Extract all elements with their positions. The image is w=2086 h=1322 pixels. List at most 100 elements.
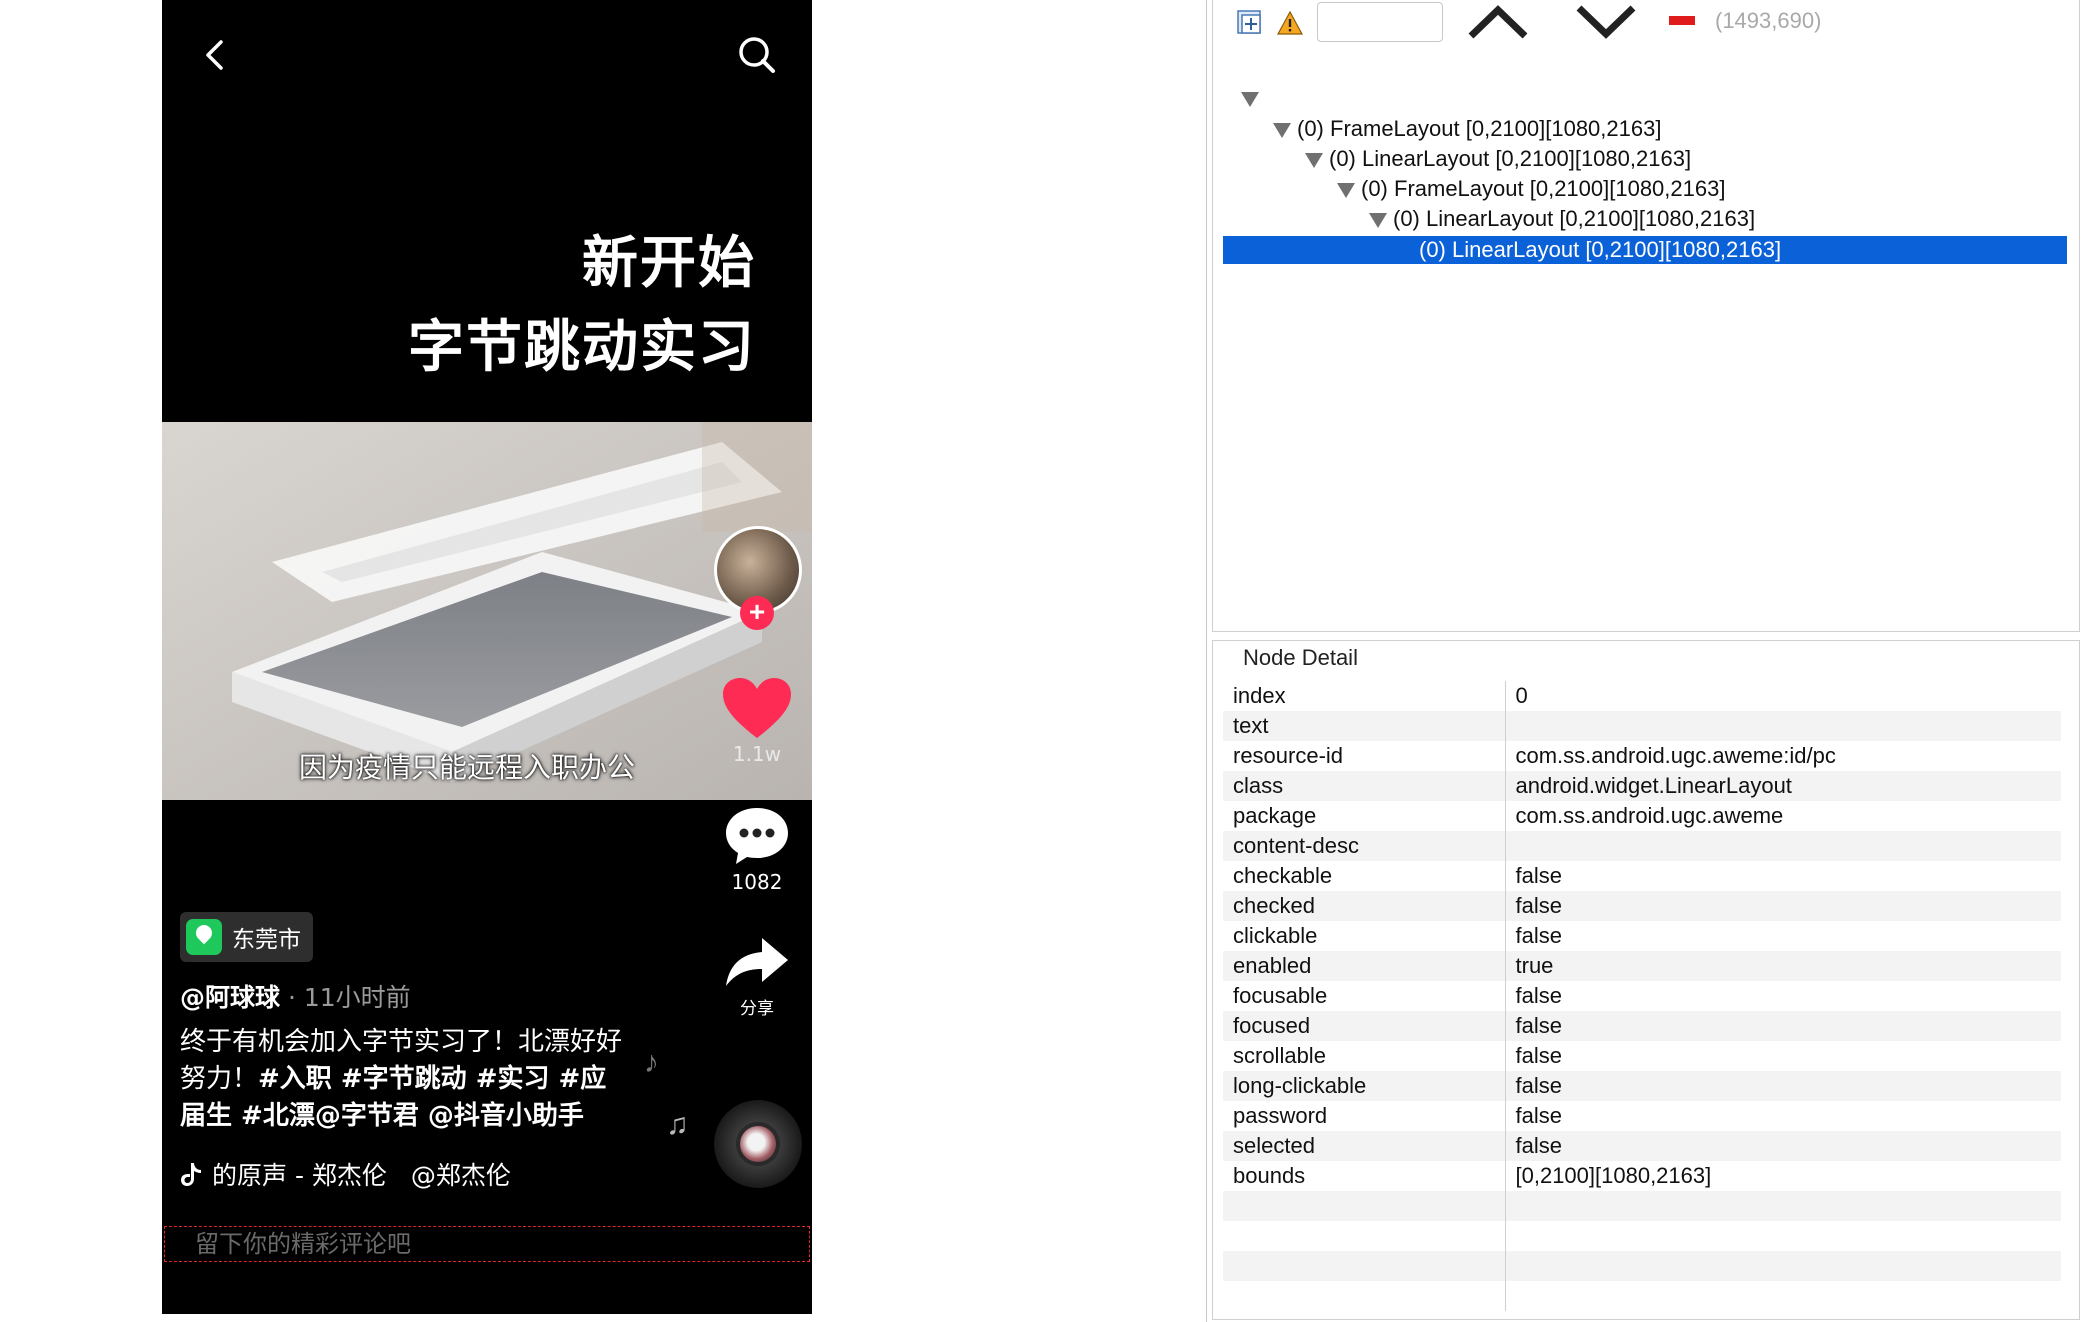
phone-screen: 新开始 字节跳动实习 因为疫情只能远程入职办公 + 1.1w 1082 分享 东… — [162, 0, 812, 1314]
tree-node[interactable]: (0) FrameLayout [0,2100][1080,2163] — [1337, 174, 1725, 204]
property-value: false — [1505, 1071, 2061, 1101]
property-value — [1505, 1191, 2061, 1221]
property-key: text — [1223, 711, 1506, 741]
search-icon[interactable] — [732, 30, 782, 80]
share-button[interactable]: 分享 — [707, 934, 807, 1019]
location-tag[interactable]: 东莞市 — [180, 912, 313, 962]
node-detail-table: index 0 text resource-id com.ss.android.ug… — [1223, 681, 2061, 1311]
property-value — [1505, 1251, 2061, 1281]
property-value: false — [1505, 1131, 2061, 1161]
table-row[interactable]: focused false — [1223, 1011, 2061, 1041]
property-key: bounds — [1223, 1161, 1506, 1191]
video-headline: 新开始 字节跳动实习 — [408, 222, 756, 390]
property-key: content-desc — [1223, 831, 1506, 861]
music-disc[interactable] — [714, 1100, 802, 1188]
filter-input[interactable] — [1317, 2, 1443, 42]
property-key: long-clickable — [1223, 1071, 1506, 1101]
property-key — [1223, 1251, 1506, 1281]
property-value — [1505, 711, 2061, 741]
author-name[interactable]: @阿球球 — [180, 983, 280, 1012]
author-line: @阿球球 · 11小时前 — [180, 978, 411, 1014]
property-key: focusable — [1223, 981, 1506, 1011]
clear-red-icon[interactable] — [1669, 16, 1695, 25]
music-author: @郑杰伦 — [410, 1161, 511, 1190]
table-row[interactable]: focusable false — [1223, 981, 2061, 1011]
tree-node-selected[interactable]: (0) LinearLayout [0,2100][1080,2163] — [1223, 236, 2067, 264]
tree-node[interactable]: (0) LinearLayout [0,2100][1080,2163] — [1369, 204, 1755, 234]
table-row[interactable]: content-desc — [1223, 831, 2061, 861]
property-key: password — [1223, 1101, 1506, 1131]
expand-all-icon[interactable] — [1237, 10, 1263, 36]
like-count: 1.1w — [732, 742, 782, 766]
music-note-icon: ♪ — [644, 1046, 659, 1079]
table-row[interactable]: bounds [0,2100][1080,2163] — [1223, 1161, 2061, 1191]
table-row[interactable]: index 0 — [1223, 681, 2061, 711]
property-value: false — [1515, 863, 1562, 888]
comment-count: 1082 — [731, 870, 783, 894]
share-arrow-icon — [726, 938, 788, 986]
comment-bubble-icon — [726, 808, 788, 864]
property-value: false — [1515, 1043, 1562, 1068]
music-notes-icon: ♫ — [666, 1108, 689, 1141]
tree-expander-icon[interactable] — [1273, 122, 1291, 138]
property-value: false — [1505, 891, 2061, 921]
table-row — [1223, 1251, 2061, 1281]
property-value: com.ss.android.ugc.aweme — [1515, 803, 1784, 828]
table-row[interactable]: checkable false — [1223, 861, 2061, 891]
tree-node[interactable]: (0) FrameLayout [0,2100][1080,2163] — [1273, 114, 1661, 144]
property-key: scrollable — [1223, 1041, 1506, 1071]
table-row[interactable]: password false — [1223, 1101, 2061, 1131]
table-row[interactable]: text — [1223, 711, 2061, 741]
property-value: [0,2100][1080,2163] — [1515, 1163, 1712, 1188]
tree-root-expander[interactable] — [1241, 92, 1259, 107]
tree-node-label: (0) LinearLayout [0,2100][1080,2163] — [1329, 146, 1692, 171]
property-value — [1505, 831, 2061, 861]
music-title: 的原声 - 郑杰伦 — [212, 1161, 387, 1190]
property-value — [1505, 1281, 2061, 1311]
chevron-down-icon[interactable] — [1571, 0, 1641, 44]
tree-node-label: (0) LinearLayout [0,2100][1080,2163] — [1393, 206, 1756, 231]
table-row[interactable]: long-clickable false — [1223, 1071, 2061, 1101]
property-key: enabled — [1223, 951, 1506, 981]
back-arrow-icon[interactable] — [190, 30, 240, 80]
location-pin-icon — [186, 919, 222, 955]
tree-node-label: (0) LinearLayout [0,2100][1080,2163] — [1419, 237, 1782, 262]
chevron-up-icon[interactable] — [1463, 0, 1533, 44]
table-row[interactable]: checked false — [1223, 891, 2061, 921]
property-key: resource-id — [1223, 741, 1506, 771]
property-value: 0 — [1515, 683, 1528, 708]
property-key: checked — [1223, 891, 1506, 921]
comment-input[interactable]: 留下你的精彩评论吧 — [164, 1226, 810, 1262]
warning-icon[interactable] — [1276, 10, 1304, 36]
table-row[interactable]: selected false — [1223, 1131, 2061, 1161]
table-row[interactable]: clickable false — [1223, 921, 2061, 951]
tree-expander-icon[interactable] — [1369, 212, 1387, 228]
table-row[interactable]: class android.widget.LinearLayout — [1223, 771, 2061, 801]
location-label: 东莞市 — [232, 927, 301, 953]
music-disc-cover — [740, 1126, 776, 1162]
tree-expander-icon[interactable] — [1305, 152, 1323, 168]
property-value: com.ss.android.ugc.aweme:id/pc — [1515, 743, 1836, 768]
follow-plus-button[interactable]: + — [740, 596, 774, 630]
property-key: class — [1223, 771, 1506, 801]
panel-divider — [1206, 0, 1207, 1322]
table-row[interactable]: scrollable false — [1223, 1041, 2061, 1071]
property-value: false — [1515, 1103, 1562, 1128]
table-row — [1223, 1191, 2061, 1221]
property-key: checkable — [1223, 861, 1506, 891]
view-hierarchy-panel: (1493,690) (0) FrameLayout [0,2100][1080… — [1212, 0, 2080, 632]
music-line[interactable]: 的原声 - 郑杰伦 @郑杰伦 — [180, 1156, 511, 1192]
table-row[interactable]: package com.ss.android.ugc.aweme — [1223, 801, 2061, 831]
tree-expander-icon[interactable] — [1337, 182, 1355, 198]
share-label: 分享 — [740, 999, 774, 1019]
property-key: focused — [1223, 1011, 1506, 1041]
cursor-coordinates: (1493,690) — [1715, 8, 1822, 33]
table-row[interactable]: enabled true — [1223, 951, 2061, 981]
like-button[interactable]: 1.1w — [707, 676, 807, 766]
node-detail-panel: Node Detail index 0 text resource-id com.s… — [1212, 640, 2080, 1320]
comment-button[interactable]: 1082 — [707, 804, 807, 894]
tree-node[interactable]: (0) LinearLayout [0,2100][1080,2163] — [1305, 144, 1691, 174]
heart-icon — [723, 678, 791, 738]
table-row[interactable]: resource-id com.ss.android.ugc.aweme:id/p… — [1223, 741, 2061, 771]
property-key: clickable — [1223, 921, 1506, 951]
